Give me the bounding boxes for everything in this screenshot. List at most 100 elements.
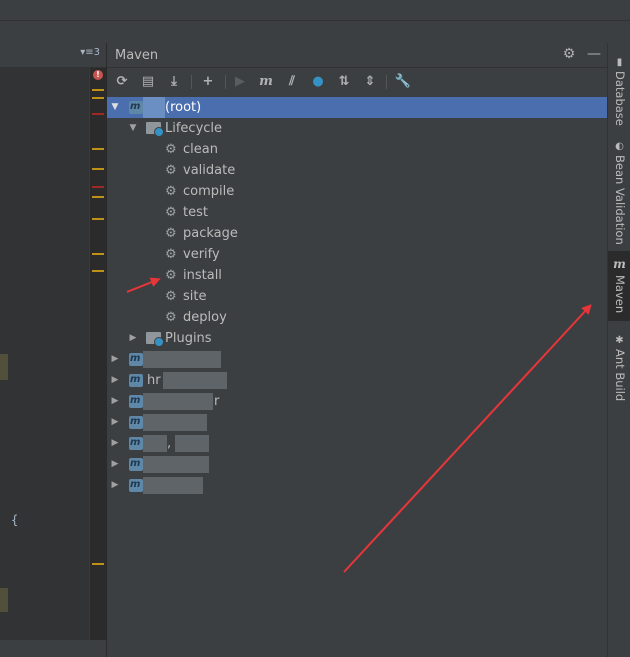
tree-item-root[interactable]: ▼ (root) (107, 96, 608, 118)
collapsed-arrow-icon[interactable]: ▶ (110, 412, 120, 433)
tab-ant-build[interactable]: ✱ Ant Build (608, 333, 630, 403)
goal-label: package (183, 226, 238, 241)
editor-tab-bar: ▾≡3 (0, 43, 106, 68)
redacted-name (143, 351, 221, 368)
add-icon[interactable]: + (199, 73, 217, 91)
tree-item-goal[interactable]: ⚙ clean (107, 139, 608, 160)
warning-marker[interactable] (92, 270, 104, 272)
gear-icon[interactable]: ⚙ (561, 46, 577, 62)
redacted-name (143, 477, 203, 494)
show-dependencies-icon[interactable]: ⇅ (335, 73, 353, 91)
error-marker[interactable] (92, 113, 104, 115)
gear-icon: ⚙ (165, 163, 177, 178)
editor-bottom-bar (0, 640, 106, 657)
tree-item-module[interactable]: ▶ hr (107, 369, 608, 391)
database-icon: ▮ (616, 57, 623, 68)
tab-maven[interactable]: m Maven (608, 251, 630, 321)
tree-item-module[interactable]: ▶ , (107, 432, 608, 454)
tree-item-module[interactable]: ▶ (107, 348, 608, 370)
tree-item-goal[interactable]: ⚙ validate (107, 160, 608, 181)
maven-module-icon (129, 453, 143, 474)
toggle-offline-icon[interactable]: ⫽ (283, 73, 301, 91)
warning-marker[interactable] (92, 218, 104, 220)
warning-marker[interactable] (92, 253, 104, 255)
tree-item-goal[interactable]: ⚙ package (107, 223, 608, 244)
navigation-bar (0, 21, 630, 43)
tree-item-module[interactable]: ▶ (107, 474, 608, 496)
reload-icon[interactable]: ⟳ (113, 73, 131, 91)
warning-marker[interactable] (92, 97, 104, 99)
goal-label: clean (183, 142, 218, 157)
warning-marker[interactable] (92, 168, 104, 170)
collapsed-arrow-icon[interactable]: ▶ (128, 328, 138, 349)
skip-tests-icon[interactable]: ● (309, 73, 327, 91)
goal-label: install (183, 268, 222, 283)
maven-module-icon (129, 390, 143, 411)
tree-item-goal[interactable]: ⚙ compile (107, 181, 608, 202)
expand-arrow-icon[interactable]: ▼ (128, 118, 138, 139)
warning-marker[interactable] (92, 563, 104, 565)
tree-item-goal[interactable]: ⚙ test (107, 202, 608, 223)
maven-module-icon (129, 369, 143, 390)
tab-label: Bean Validation (613, 155, 627, 245)
collapsed-arrow-icon[interactable]: ▶ (110, 433, 120, 454)
toolbar-separator (386, 75, 387, 89)
tree-item-label: Plugins (165, 331, 212, 346)
error-stripe[interactable] (89, 68, 107, 657)
redacted-name (143, 456, 209, 473)
tab-list-menu-button[interactable]: ▾≡3 (80, 47, 100, 58)
maven-module-icon (129, 96, 143, 117)
warning-marker[interactable] (92, 148, 104, 150)
tree-item-goal[interactable]: ⚙ site (107, 286, 608, 307)
gear-icon: ⚙ (165, 247, 177, 262)
goal-label: compile (183, 184, 235, 199)
run-icon[interactable]: ▶ (231, 73, 249, 91)
settings-wrench-icon[interactable]: 🔧 (394, 73, 412, 91)
warning-marker[interactable] (92, 196, 104, 198)
gear-icon: ⚙ (165, 289, 177, 304)
editor-gutter (0, 68, 89, 657)
error-indicator-icon[interactable]: ! (93, 70, 103, 80)
warning-marker[interactable] (92, 89, 104, 91)
goal-label: verify (183, 247, 220, 262)
line-highlight (0, 354, 8, 380)
tree-item-module[interactable]: ▶ (107, 411, 608, 433)
tree-item-goal[interactable]: ⚙ verify (107, 244, 608, 265)
maven-toolbar: ⟳ ▤ ⤓ + ▶ m ⫽ ● ⇅ ⇕ 🔧 (107, 68, 608, 95)
tab-database[interactable]: ▮ Database (608, 53, 630, 126)
tree-item-goal[interactable]: ⚙ deploy (107, 307, 608, 328)
download-icon[interactable]: ⤓ (165, 73, 183, 91)
gear-icon: ⚙ (165, 310, 177, 325)
code-brace: { (11, 513, 19, 527)
generate-sources-icon[interactable]: ▤ (139, 73, 157, 91)
tree-item-plugins[interactable]: ▶ Plugins (107, 328, 608, 349)
tab-bean-validation[interactable]: ◐ Bean Validation (608, 139, 630, 245)
collapsed-arrow-icon[interactable]: ▶ (110, 454, 120, 475)
redacted-name (143, 393, 213, 410)
gear-icon: ⚙ (165, 142, 177, 157)
collapse-all-icon[interactable]: ⇕ (361, 73, 379, 91)
collapsed-arrow-icon[interactable]: ▶ (110, 475, 120, 496)
tree-item-lifecycle[interactable]: ▼ Lifecycle (107, 118, 608, 139)
collapsed-arrow-icon[interactable]: ▶ (110, 370, 120, 391)
tree-item-module[interactable]: ▶ r (107, 390, 608, 412)
maven-module-icon (129, 432, 143, 453)
maven-icon: m (613, 257, 626, 271)
tab-label: Ant Build (613, 349, 627, 402)
tree-item-module[interactable]: ▶ (107, 453, 608, 475)
plugins-folder-icon (146, 332, 164, 347)
maven-goal-icon[interactable]: m (257, 73, 275, 91)
expand-arrow-icon[interactable]: ▼ (110, 97, 120, 118)
collapsed-arrow-icon[interactable]: ▶ (110, 349, 120, 370)
tree-item-goal-install[interactable]: ⚙ install (107, 265, 608, 286)
ant-icon: ✱ (615, 335, 624, 346)
collapsed-arrow-icon[interactable]: ▶ (110, 391, 120, 412)
minimize-icon[interactable]: — (586, 46, 602, 62)
maven-module-icon (129, 411, 143, 432)
redacted-name (143, 435, 167, 452)
error-marker[interactable] (92, 186, 104, 188)
redacted-name (175, 435, 209, 452)
panel-title: Maven (115, 48, 159, 63)
redacted-name (163, 372, 227, 389)
right-tool-strip: ▮ Database ◐ Bean Validation m Maven ✱ A… (607, 43, 630, 657)
